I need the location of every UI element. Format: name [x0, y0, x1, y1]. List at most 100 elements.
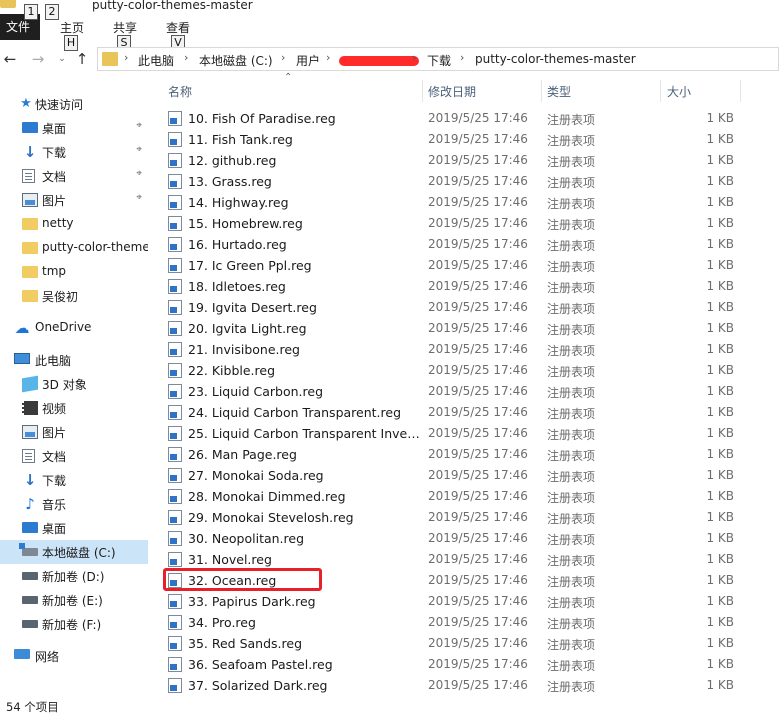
table-row[interactable]: 17. Ic Green Ppl.reg 2019/5/25 17:46 注册表项 1…	[160, 255, 779, 276]
sidebar-item[interactable]: 视频	[0, 396, 148, 420]
file-name[interactable]: 34. Pro.reg	[188, 615, 420, 630]
file-name[interactable]: 18. Idletoes.reg	[188, 279, 420, 294]
table-row[interactable]: 37. Solarized Dark.reg 2019/5/25 17:46 注册表…	[160, 675, 779, 693]
file-name[interactable]: 17. Ic Green Ppl.reg	[188, 258, 420, 273]
table-row[interactable]: 27. Monokai Soda.reg 2019/5/25 17:46 注册表项 1…	[160, 465, 779, 486]
chevron-right-icon[interactable]: ›	[184, 51, 188, 64]
sidebar-item[interactable]: 网络	[0, 644, 148, 668]
table-row[interactable]: 32. Ocean.reg 2019/5/25 17:46 注册表项 1 KB	[160, 570, 779, 591]
table-row[interactable]: 19. Igvita Desert.reg 2019/5/25 17:46 注册表项…	[160, 297, 779, 318]
table-row[interactable]: 24. Liquid Carbon Transparent.reg 2019/5/…	[160, 402, 779, 423]
table-row[interactable]: 11. Fish Tank.reg 2019/5/25 17:46 注册表项 1 KB	[160, 129, 779, 150]
tab-view[interactable]: 查看	[166, 19, 190, 36]
file-name[interactable]: 16. Hurtado.reg	[188, 237, 420, 252]
table-row[interactable]: 28. Monokai Dimmed.reg 2019/5/25 17:46 注册表…	[160, 486, 779, 507]
table-row[interactable]: 34. Pro.reg 2019/5/25 17:46 注册表项 1 KB	[160, 612, 779, 633]
table-row[interactable]: 30. Neopolitan.reg 2019/5/25 17:46 注册表项 1 K…	[160, 528, 779, 549]
file-name[interactable]: 10. Fish Of Paradise.reg	[188, 111, 420, 126]
file-name[interactable]: 15. Homebrew.reg	[188, 216, 420, 231]
table-row[interactable]: 31. Novel.reg 2019/5/25 17:46 注册表项 1 KB	[160, 549, 779, 570]
table-row[interactable]: 14. Highway.reg 2019/5/25 17:46 注册表项 1 KB	[160, 192, 779, 213]
sidebar-item[interactable]: 文档 ⌖	[0, 164, 148, 188]
file-name[interactable]: 35. Red Sands.reg	[188, 636, 420, 651]
sidebar-item[interactable]: ☁ OneDrive	[0, 316, 148, 340]
file-name[interactable]: 21. Invisibone.reg	[188, 342, 420, 357]
file-name[interactable]: 12. github.reg	[188, 153, 420, 168]
table-row[interactable]: 18. Idletoes.reg 2019/5/25 17:46 注册表项 1 KB	[160, 276, 779, 297]
table-row[interactable]: 13. Grass.reg 2019/5/25 17:46 注册表项 1 KB	[160, 171, 779, 192]
breadcrumb-users[interactable]: 用户	[296, 52, 320, 69]
breadcrumb-downloads[interactable]: 下载	[427, 52, 451, 69]
file-name[interactable]: 14. Highway.reg	[188, 195, 420, 210]
file-name[interactable]: 28. Monokai Dimmed.reg	[188, 489, 420, 504]
table-row[interactable]: 33. Papirus Dark.reg 2019/5/25 17:46 注册表项 1…	[160, 591, 779, 612]
table-row[interactable]: 26. Man Page.reg 2019/5/25 17:46 注册表项 1 KB	[160, 444, 779, 465]
sidebar-item[interactable]: 图片 ⌖	[0, 188, 148, 212]
sidebar-item[interactable]: putty-color-theme	[0, 236, 148, 260]
file-name[interactable]: 22. Kibble.reg	[188, 363, 420, 378]
file-name[interactable]: 13. Grass.reg	[188, 174, 420, 189]
table-row[interactable]: 12. github.reg 2019/5/25 17:46 注册表项 1 KB	[160, 150, 779, 171]
pin-icon[interactable]: ⌖	[136, 144, 142, 155]
sidebar-item[interactable]: 新加卷 (E:)	[0, 588, 148, 612]
sidebar-item[interactable]: 吴俊初	[0, 284, 148, 308]
forward-arrow-icon[interactable]: →	[29, 50, 47, 68]
table-row[interactable]: 25. Liquid Carbon Transparent Invers... 2…	[160, 423, 779, 444]
quick-access-folder-icon[interactable]	[0, 0, 16, 8]
address-bar[interactable]: › 此电脑 › 本地磁盘 (C:) › 用户 › › 下载 › putty-co…	[97, 47, 779, 71]
tab-share[interactable]: 共享	[113, 19, 137, 36]
chevron-right-icon[interactable]: ›	[412, 51, 416, 64]
file-name[interactable]: 27. Monokai Soda.reg	[188, 468, 420, 483]
recent-locations-chevron-icon[interactable]: ⌄	[53, 50, 71, 68]
pin-icon[interactable]: ⌖	[136, 120, 142, 131]
chevron-right-icon[interactable]: ›	[124, 51, 128, 64]
sidebar-item[interactable]: 3D 对象	[0, 372, 148, 396]
file-name[interactable]: 29. Monokai Stevelosh.reg	[188, 510, 420, 525]
file-name[interactable]: 30. Neopolitan.reg	[188, 531, 420, 546]
pin-icon[interactable]: ⌖	[136, 168, 142, 179]
chevron-right-icon[interactable]: ›	[281, 51, 285, 64]
sidebar-item[interactable]: 桌面	[0, 516, 148, 540]
table-row[interactable]: 20. Igvita Light.reg 2019/5/25 17:46 注册表项 1…	[160, 318, 779, 339]
table-row[interactable]: 29. Monokai Stevelosh.reg 2019/5/25 17:46…	[160, 507, 779, 528]
file-name[interactable]: 25. Liquid Carbon Transparent Invers...	[188, 426, 420, 441]
back-arrow-icon[interactable]: ←	[1, 50, 19, 68]
file-name[interactable]: 19. Igvita Desert.reg	[188, 300, 420, 315]
sidebar-item[interactable]: tmp	[0, 260, 148, 284]
file-name[interactable]: 32. Ocean.reg	[188, 573, 420, 588]
sidebar-item[interactable]: 本地磁盘 (C:)	[0, 540, 148, 564]
file-name[interactable]: 11. Fish Tank.reg	[188, 132, 420, 147]
table-row[interactable]: 16. Hurtado.reg 2019/5/25 17:46 注册表项 1 KB	[160, 234, 779, 255]
sidebar-item[interactable]: 桌面 ⌖	[0, 116, 148, 140]
sidebar-item[interactable]: 新加卷 (F:)	[0, 612, 148, 636]
table-row[interactable]: 36. Seafoam Pastel.reg 2019/5/25 17:46 注册表…	[160, 654, 779, 675]
chevron-right-icon[interactable]: ›	[326, 51, 330, 64]
file-name[interactable]: 20. Igvita Light.reg	[188, 321, 420, 336]
sidebar-item[interactable]: 文档	[0, 444, 148, 468]
file-name[interactable]: 36. Seafoam Pastel.reg	[188, 657, 420, 672]
table-row[interactable]: 15. Homebrew.reg 2019/5/25 17:46 注册表项 1 KB	[160, 213, 779, 234]
table-row[interactable]: 21. Invisibone.reg 2019/5/25 17:46 注册表项 1 K…	[160, 339, 779, 360]
sidebar-item[interactable]: netty	[0, 212, 148, 236]
up-arrow-icon[interactable]: ↑	[73, 50, 91, 68]
sidebar-item[interactable]: ★ 快速访问	[0, 92, 148, 116]
file-name[interactable]: 24. Liquid Carbon Transparent.reg	[188, 405, 420, 420]
sidebar-item[interactable]: 新加卷 (D:)	[0, 564, 148, 588]
sidebar-item[interactable]: ↓ 下载	[0, 468, 148, 492]
table-row[interactable]: 10. Fish Of Paradise.reg 2019/5/25 17:46 注…	[160, 108, 779, 129]
sidebar-item[interactable]: 图片	[0, 420, 148, 444]
chevron-right-icon[interactable]: ›	[460, 51, 464, 64]
breadcrumb-local-disk-c[interactable]: 本地磁盘 (C:)	[199, 52, 273, 69]
file-name[interactable]: 31. Novel.reg	[188, 552, 420, 567]
table-row[interactable]: 23. Liquid Carbon.reg 2019/5/25 17:46 注册表项…	[160, 381, 779, 402]
file-name[interactable]: 23. Liquid Carbon.reg	[188, 384, 420, 399]
tab-home[interactable]: 主页	[60, 19, 84, 36]
table-row[interactable]: 35. Red Sands.reg 2019/5/25 17:46 注册表项 1 KB	[160, 633, 779, 654]
table-row[interactable]: 22. Kibble.reg 2019/5/25 17:46 注册表项 1 KB	[160, 360, 779, 381]
file-name[interactable]: 37. Solarized Dark.reg	[188, 678, 420, 693]
breadcrumb-current-folder[interactable]: putty-color-themes-master	[475, 52, 636, 66]
sidebar-item[interactable]: ↓ 下载 ⌖	[0, 140, 148, 164]
sidebar-item[interactable]: 此电脑	[0, 348, 148, 372]
breadcrumb-this-pc[interactable]: 此电脑	[138, 52, 174, 69]
pin-icon[interactable]: ⌖	[136, 192, 142, 203]
